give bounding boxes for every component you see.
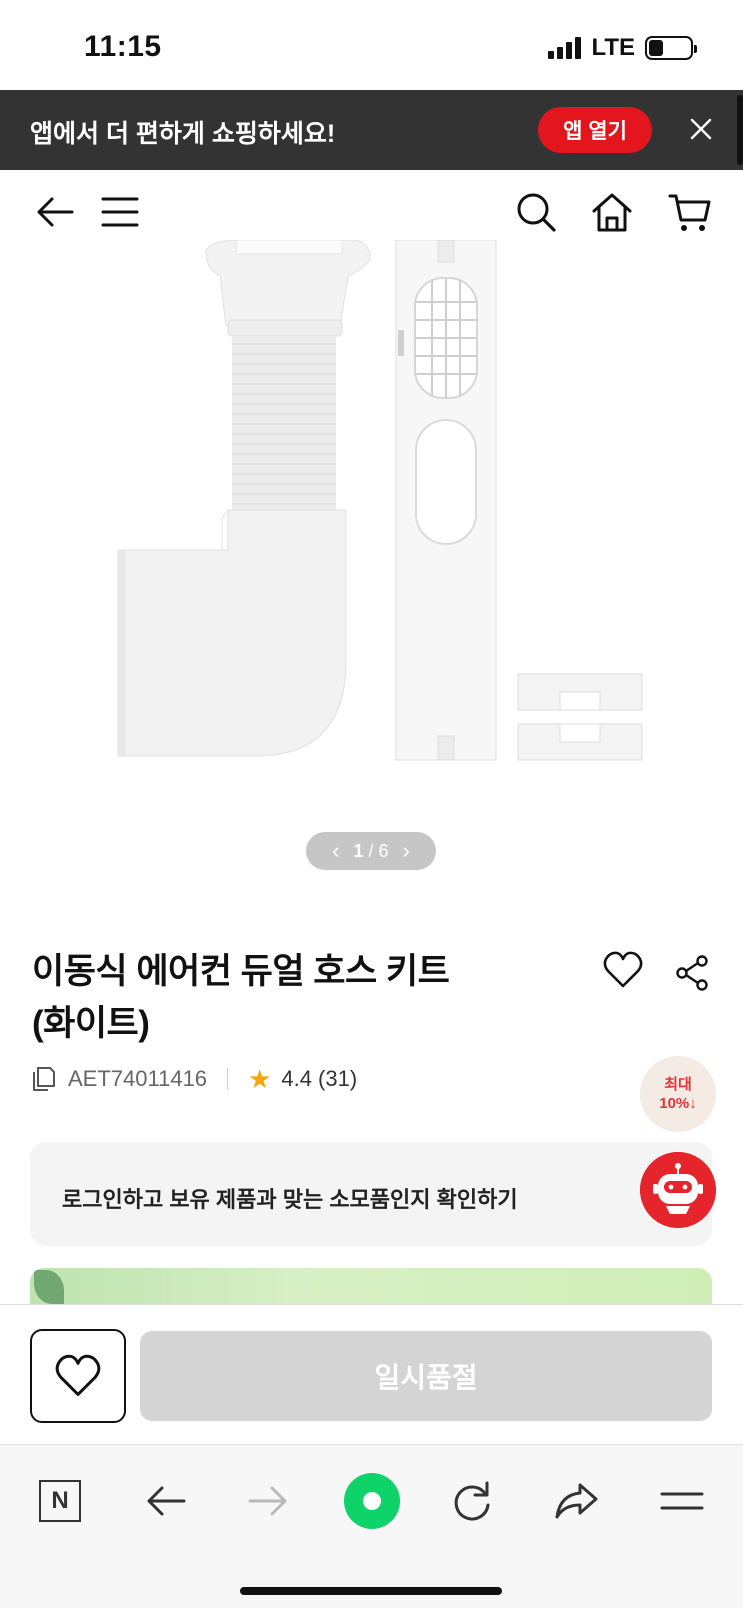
browser-toolbar: N — [0, 1444, 743, 1608]
back-icon[interactable] — [142, 1477, 190, 1525]
chevron-left-icon[interactable]: ‹ — [332, 840, 339, 862]
heart-icon[interactable] — [602, 950, 644, 990]
login-compatibility-box[interactable]: 로그인하고 보유 제품과 맞는 소모품인지 확인하기 — [30, 1142, 712, 1246]
app-banner-message: 앱에서 더 편하게 쇼핑하세요! — [30, 120, 336, 148]
search-icon[interactable] — [514, 190, 558, 234]
leaf-decoration — [34, 1270, 64, 1304]
copy-icon[interactable] — [32, 1066, 56, 1092]
model-number: AET74011416 — [68, 1066, 208, 1091]
pager-current: 1 — [353, 840, 364, 861]
signal-icon — [548, 37, 582, 59]
n-label: N — [39, 1480, 81, 1522]
product-image[interactable] — [0, 240, 743, 800]
home-icon[interactable] — [590, 190, 634, 234]
pager-total: 6 — [378, 840, 389, 861]
battery-icon — [645, 36, 697, 60]
share-icon[interactable] — [674, 954, 710, 992]
close-icon[interactable] — [686, 114, 716, 144]
status-bar: 11:15 LTE — [0, 0, 743, 90]
rating-summary[interactable]: 4.4 (31) — [281, 1066, 357, 1092]
max-discount-badge[interactable]: 최대 10%↓ — [640, 1056, 716, 1132]
cart-icon[interactable] — [668, 190, 712, 234]
promo-banner[interactable] — [30, 1268, 712, 1304]
status-icons: LTE — [548, 34, 697, 62]
share-icon[interactable] — [552, 1477, 600, 1525]
reload-icon[interactable] — [448, 1477, 496, 1525]
green-dot-icon[interactable] — [344, 1473, 400, 1529]
scroll-indicator — [737, 95, 743, 165]
star-icon: ★ — [248, 1063, 272, 1094]
heart-icon — [55, 1354, 101, 1396]
forward-icon[interactable] — [244, 1477, 292, 1525]
network-label: LTE — [591, 34, 635, 61]
naver-n-icon[interactable]: N — [36, 1477, 84, 1525]
chatbot-robot-icon[interactable] — [640, 1152, 716, 1228]
back-arrow-icon[interactable] — [34, 190, 78, 234]
home-indicator — [240, 1587, 502, 1595]
menu-icon[interactable] — [98, 190, 142, 234]
login-prompt-text: 로그인하고 보유 제품과 맞는 소모품인지 확인하기 — [62, 1187, 518, 1212]
badge-line1: 최대 — [664, 1076, 692, 1093]
image-pager[interactable]: ‹ 1 / 6 › — [306, 832, 436, 870]
status-time: 11:15 — [84, 30, 162, 63]
product-title-line2: (화이트) — [32, 1004, 150, 1043]
menu-icon[interactable] — [658, 1477, 706, 1525]
soldout-button[interactable]: 일시품절 — [140, 1331, 712, 1421]
purchase-action-bar: 일시품절 — [0, 1304, 743, 1444]
product-title: 이동식 에어컨 듀얼 호스 키트 (화이트) — [32, 946, 572, 1050]
product-title-line1: 이동식 에어컨 듀얼 호스 키트 — [32, 952, 450, 991]
pager-separator: / — [368, 840, 374, 861]
divider — [227, 1068, 229, 1090]
badge-line2: 10%↓ — [659, 1095, 697, 1112]
product-meta: AET74011416 ★ 4.4 (31) — [32, 1064, 357, 1094]
app-install-banner: 앱에서 더 편하게 쇼핑하세요! 앱 열기 — [0, 90, 743, 170]
chevron-right-icon[interactable]: › — [403, 840, 410, 862]
wishlist-button[interactable] — [30, 1329, 126, 1423]
open-app-button[interactable]: 앱 열기 — [538, 107, 652, 153]
